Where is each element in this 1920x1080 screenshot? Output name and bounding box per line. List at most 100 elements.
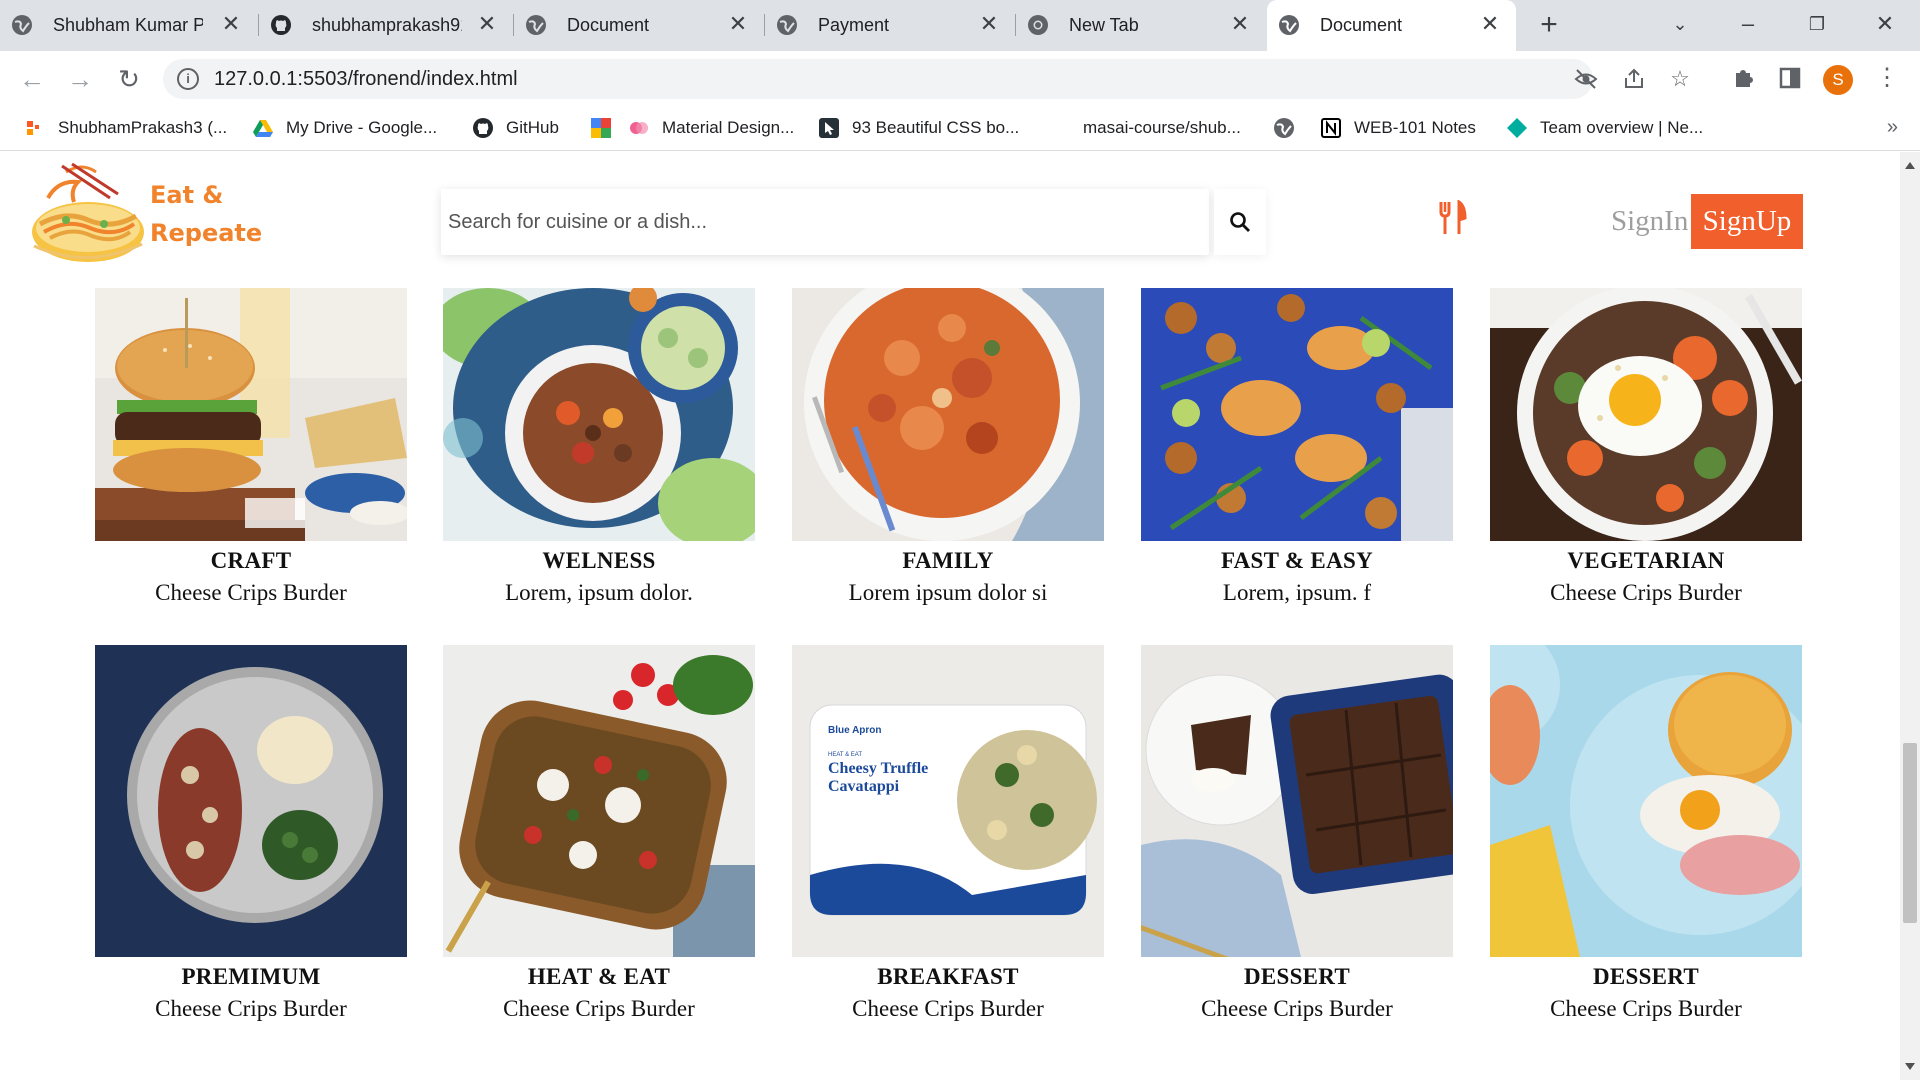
card-description: Lorem ipsum dolor si (848, 580, 1048, 605)
card-category: DESSERT (1592, 964, 1700, 989)
logo-noodle-bowl-icon[interactable] (26, 158, 148, 268)
close-icon[interactable]: ✕ (726, 12, 750, 36)
tab-title: shubhamprakash91 (312, 15, 462, 35)
globe-icon (12, 15, 32, 35)
share-icon[interactable] (1621, 66, 1647, 92)
brownies-photo (1141, 645, 1453, 957)
package-tag: HEAT & EAT (828, 752, 862, 758)
card-category: PREMIMUM (181, 964, 321, 989)
globe-icon (1279, 15, 1299, 35)
side-panel-icon[interactable] (1775, 63, 1805, 93)
bookmark-item[interactable]: Team overview | Ne... (1506, 114, 1703, 142)
tab-title: Document (567, 15, 650, 35)
tab-title: Shubham Kumar Pr (53, 15, 203, 35)
address-bar[interactable]: i 127.0.0.1:5503/fronend/index.html ☆ (163, 59, 1690, 99)
site-info-icon[interactable]: i (177, 68, 199, 90)
bookmark-label: GitHub (506, 118, 559, 137)
chevron-right-icon[interactable]: » (1887, 116, 1898, 139)
lettuce-wraps-photo (443, 288, 755, 541)
package-name-line-1: Cheesy Truffle (828, 760, 928, 777)
tab-6-active[interactable]: Document ✕ (1267, 0, 1516, 51)
category-card[interactable]: DESSERT Cheese Crips Burder (1141, 645, 1453, 1023)
tab-search-icon[interactable]: ⌄ (1660, 8, 1700, 40)
fork-knife-icon[interactable] (1437, 200, 1467, 236)
search-button[interactable] (1214, 189, 1266, 255)
category-card[interactable]: DESSERT Cheese Crips Burder (1490, 645, 1802, 1023)
eye-off-icon[interactable] (1573, 66, 1599, 92)
close-icon[interactable]: ✕ (1228, 12, 1252, 36)
vertical-scrollbar[interactable] (1900, 152, 1920, 1080)
baked-pasta-photo (443, 645, 755, 957)
card-description: Cheese Crips Burder (155, 580, 347, 605)
restore-icon[interactable]: ❐ (1797, 8, 1837, 40)
category-card[interactable]: FAST & EASY Lorem, ipsum. f (1141, 288, 1453, 607)
card-description: Cheese Crips Burder (1550, 580, 1742, 605)
burger-photo (95, 288, 407, 541)
close-icon[interactable]: ✕ (475, 12, 499, 36)
back-icon[interactable]: ← (16, 63, 48, 95)
globe-icon (1274, 118, 1294, 138)
card-description: Lorem, ipsum dolor. (505, 580, 693, 605)
bookmark-item[interactable]: ShubhamPrakash3 (... (24, 114, 227, 142)
tab-title: Payment (818, 15, 890, 35)
star-icon[interactable]: ☆ (1667, 66, 1693, 92)
close-icon[interactable]: ✕ (219, 12, 243, 36)
bookmark-item[interactable]: masai-course/shub... (1049, 114, 1241, 142)
drive-icon (253, 120, 273, 137)
bookmark-item[interactable]: GitHub (472, 114, 559, 142)
brand-icon (27, 121, 39, 135)
bookmark-label: Team overview | Ne... (1540, 118, 1704, 137)
card-category: FAST & EASY (1221, 548, 1373, 573)
card-category: VEGETARIAN (1567, 548, 1725, 573)
bookmark-item[interactable] (590, 114, 624, 142)
bookmarks-bar: ShubhamPrakash3 (... My Drive - Google..… (0, 106, 1920, 151)
pasta-photo (792, 288, 1104, 541)
scroll-down-arrow-icon[interactable] (1905, 1063, 1915, 1070)
card-category: CRAFT (210, 548, 292, 573)
card-description: Cheese Crips Burder (852, 996, 1044, 1021)
minimize-icon[interactable]: – (1728, 8, 1768, 40)
category-card[interactable]: FAMILY Lorem ipsum dolor si (792, 288, 1104, 607)
category-card[interactable]: HEAT & EAT Cheese Crips Burder (443, 645, 755, 1023)
scroll-up-arrow-icon[interactable] (1905, 162, 1915, 169)
bookmark-item[interactable]: My Drive - Google... (252, 114, 437, 142)
brand-name: Eat & Repeate (150, 176, 262, 252)
close-icon[interactable]: ✕ (1478, 12, 1502, 36)
signup-button[interactable]: SignUp (1691, 194, 1803, 249)
bookmark-item[interactable]: WEB-101 Notes (1320, 114, 1476, 142)
reload-icon[interactable]: ↻ (113, 63, 145, 95)
category-card[interactable]: VEGETARIAN Cheese Crips Burder (1490, 288, 1802, 607)
card-description: Cheese Crips Burder (503, 996, 695, 1021)
search-input[interactable] (441, 189, 1209, 255)
bookmark-item[interactable]: Material Design... (628, 114, 794, 142)
forward-icon[interactable]: → (64, 63, 96, 95)
category-card[interactable]: Blue Apron HEAT & EAT Cheesy Truffle Cav… (792, 645, 1104, 1023)
close-icon[interactable]: ✕ (977, 12, 1001, 36)
bookmark-item[interactable]: 93 Beautiful CSS bo... (818, 114, 1019, 142)
card-category: FAMILY (902, 548, 994, 573)
diamond-icon (1507, 118, 1527, 138)
scrollbar-thumb[interactable] (1903, 743, 1917, 923)
search-icon (1230, 212, 1250, 232)
bookmark-item[interactable] (1273, 114, 1307, 142)
category-card[interactable]: WELNESS Lorem, ipsum dolor. (443, 288, 755, 607)
tab-4[interactable]: Payment ✕ (765, 0, 1015, 51)
new-tab-button[interactable]: + (1533, 10, 1565, 42)
egg-bowl-photo (1490, 288, 1802, 541)
category-card[interactable]: CRAFT Cheese Crips Burder (95, 288, 407, 607)
profile-avatar[interactable]: S (1823, 65, 1853, 95)
extensions-icon[interactable] (1728, 63, 1758, 93)
url-text[interactable]: 127.0.0.1:5503/fronend/index.html (214, 68, 518, 90)
package-brand: Blue Apron (828, 725, 882, 736)
tab-5[interactable]: New Tab ✕ (1016, 0, 1266, 51)
tab-3[interactable]: Document ✕ (514, 0, 764, 51)
category-card[interactable]: PREMIMUM Cheese Crips Burder (95, 645, 407, 1023)
menu-icon[interactable]: ⋮ (1872, 63, 1902, 93)
tab-1[interactable]: Shubham Kumar Pr ✕ (0, 0, 257, 51)
card-description: Cheese Crips Burder (155, 996, 347, 1021)
card-category: DESSERT (1243, 964, 1351, 989)
close-window-icon[interactable]: ✕ (1865, 8, 1905, 40)
signin-link[interactable]: SignIn (1611, 204, 1688, 238)
tab-2[interactable]: shubhamprakash91 ✕ (259, 0, 513, 51)
card-category: HEAT & EAT (527, 964, 671, 989)
